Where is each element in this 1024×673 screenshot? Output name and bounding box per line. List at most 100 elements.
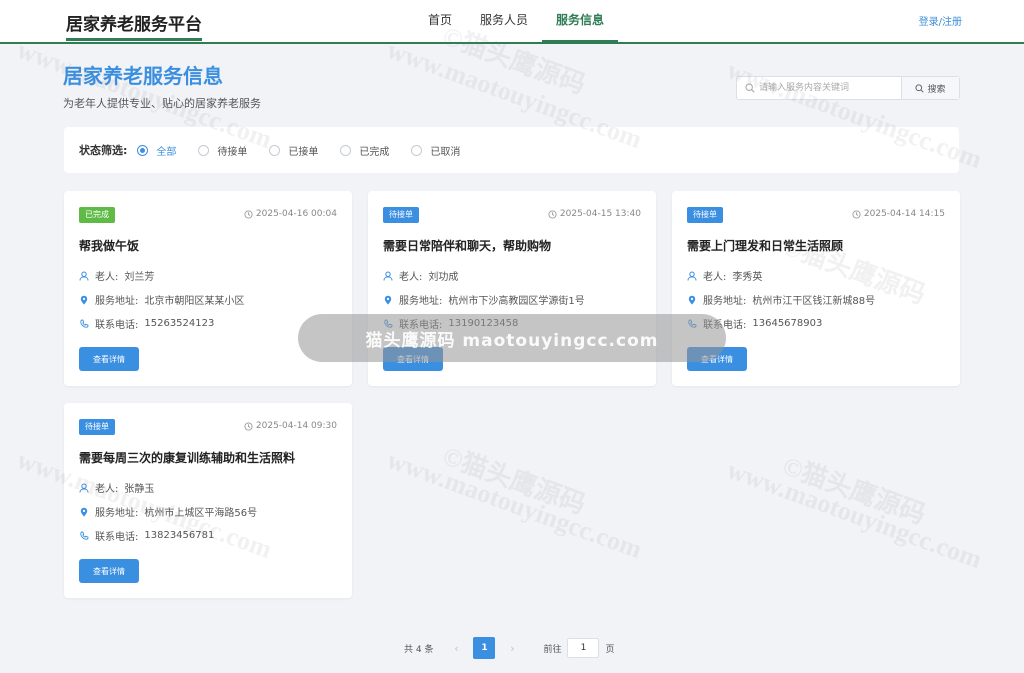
clock-icon	[244, 421, 253, 431]
view-detail-button[interactable]: 查看详情	[79, 347, 139, 371]
radio-dot[interactable]	[198, 144, 210, 156]
elder-label: 老人:	[95, 272, 119, 283]
status-badge: 待接单	[383, 207, 419, 223]
nav-staff[interactable]: 服务人员	[466, 0, 542, 42]
phone-icon	[80, 531, 89, 540]
phone-icon	[80, 319, 89, 328]
card-time-text: 2025-04-14 09:30	[255, 421, 337, 431]
location-icon	[80, 507, 88, 517]
top-navbar: 居家养老服务平台 首页 服务人员 服务信息 登录/注册	[0, 0, 1024, 44]
radio-label: 已取消	[430, 146, 461, 158]
service-card: 待接单 2025-04-14 09:30 需要每周三次的康复训练辅助和生活照料 …	[64, 403, 352, 598]
page-subtitle: 为老年人提供专业、贴心的居家养老服务	[63, 97, 261, 110]
card-title: 帮我做午饭	[79, 239, 140, 253]
watermark: www.maotouyingcc.com	[383, 444, 646, 565]
search-icon	[915, 83, 925, 93]
clock-icon	[244, 209, 253, 219]
location-icon	[80, 295, 88, 305]
radio-label: 已完成	[359, 146, 390, 158]
clock-icon	[548, 209, 557, 219]
phone-value: 13823456781	[144, 530, 215, 541]
view-detail-button[interactable]: 查看详情	[79, 559, 139, 583]
service-card: 待接单 2025-04-15 13:40 需要日常陪伴和聊天，帮助购物 老人: …	[368, 191, 656, 386]
nav-home[interactable]: 首页	[414, 0, 466, 42]
phone-label: 联系电话:	[399, 320, 443, 331]
phone-row: 联系电话: 13645678903	[687, 316, 822, 331]
prev-page-icon[interactable]: ‹	[445, 637, 467, 659]
status-badge: 待接单	[687, 207, 723, 223]
pagination-total: 共 4 条	[404, 644, 434, 655]
elder-name: 李秀英	[732, 272, 763, 283]
elder-name: 刘功成	[428, 272, 459, 283]
elder-label: 老人:	[703, 272, 727, 283]
filter-radio-all[interactable]: 全部	[137, 143, 176, 158]
main-nav: 首页 服务人员 服务信息	[414, 0, 619, 42]
address-value: 北京市朝阳区某某小区	[144, 296, 245, 307]
address-label: 服务地址:	[95, 508, 139, 519]
elder-row: 老人: 张静玉	[79, 480, 154, 495]
status-filter: 状态筛选: 全部 待接单 已接单 已完成 已取消	[64, 127, 959, 173]
phone-row: 联系电话: 13190123458	[383, 316, 518, 331]
address-label: 服务地址:	[95, 296, 139, 307]
phone-value: 13645678903	[752, 318, 823, 329]
search-box: 搜索	[736, 76, 960, 100]
location-icon	[384, 295, 392, 305]
phone-row: 联系电话: 13823456781	[79, 528, 214, 543]
elder-row: 老人: 李秀英	[687, 268, 762, 283]
card-time: 2025-04-14 09:30	[244, 421, 337, 431]
radio-dot[interactable]	[340, 144, 352, 156]
card-time-text: 2025-04-16 00:04	[255, 209, 337, 219]
watermark: ©猫头鹰源码	[438, 441, 590, 520]
goto-page-input[interactable]	[567, 638, 600, 658]
phone-value: 15263524123	[144, 318, 215, 329]
search-input[interactable]	[737, 77, 901, 99]
address-label: 服务地址:	[399, 296, 443, 307]
radio-dot[interactable]	[411, 144, 423, 156]
card-title: 需要日常陪伴和聊天，帮助购物	[383, 239, 552, 253]
filter-radio-cancelled[interactable]: 已取消	[411, 143, 460, 158]
search-button[interactable]: 搜索	[901, 77, 959, 99]
address-value: 杭州市上城区平海路56号	[144, 508, 258, 519]
view-detail-button[interactable]: 查看详情	[383, 347, 443, 371]
phone-value: 13190123458	[448, 318, 519, 329]
pagination: 共 4 条 ‹ 1 › 前往 页	[404, 637, 614, 659]
address-row: 服务地址: 杭州市下沙高教园区学源街1号	[383, 292, 585, 307]
card-title: 需要每周三次的康复训练辅助和生活照料	[79, 451, 296, 465]
elder-label: 老人:	[95, 484, 119, 495]
status-badge: 已完成	[79, 207, 115, 223]
clock-icon	[852, 209, 861, 219]
radio-dot[interactable]	[269, 144, 281, 156]
goto-label: 前往	[543, 644, 562, 655]
status-badge: 待接单	[79, 419, 115, 435]
phone-icon	[384, 319, 393, 328]
filter-label: 状态筛选:	[79, 144, 128, 157]
card-title: 需要上门理发和日常生活照顾	[687, 239, 844, 253]
page-number-current[interactable]: 1	[473, 637, 496, 659]
user-icon	[383, 271, 393, 281]
filter-radio-pending[interactable]: 待接单	[198, 143, 247, 158]
phone-label: 联系电话:	[95, 320, 139, 331]
phone-row: 联系电话: 15263524123	[79, 316, 214, 331]
user-icon	[687, 271, 697, 281]
nav-service-info[interactable]: 服务信息	[542, 0, 619, 42]
search-icon	[745, 83, 755, 93]
elder-name: 刘兰芳	[124, 272, 155, 283]
login-register-link[interactable]: 登录/注册	[919, 13, 962, 28]
radio-dot[interactable]	[137, 144, 149, 156]
elder-label: 老人:	[399, 272, 423, 283]
address-value: 杭州市江干区钱江新城88号	[752, 296, 876, 307]
page-title: 居家养老服务信息	[63, 64, 223, 88]
view-detail-button[interactable]: 查看详情	[687, 347, 747, 371]
brand-logo[interactable]: 居家养老服务平台	[66, 10, 202, 41]
watermark: www.maotouyingcc.com	[723, 454, 986, 575]
filter-radio-completed[interactable]: 已完成	[340, 143, 389, 158]
card-time-text: 2025-04-15 13:40	[559, 209, 641, 219]
filter-radio-accepted[interactable]: 已接单	[269, 143, 318, 158]
phone-label: 联系电话:	[95, 532, 139, 543]
radio-label: 待接单	[217, 146, 248, 158]
page-suffix: 页	[605, 644, 615, 655]
phone-label: 联系电话:	[703, 320, 747, 331]
card-time: 2025-04-15 13:40	[548, 209, 641, 219]
user-icon	[79, 271, 89, 281]
next-page-icon[interactable]: ›	[501, 637, 523, 659]
